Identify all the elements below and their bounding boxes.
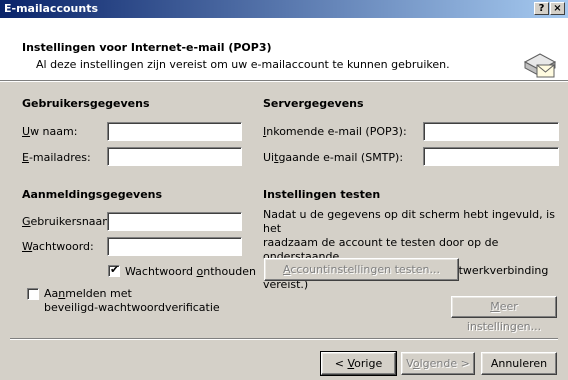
user-info-heading: Gebruikersgegevens: [22, 97, 150, 110]
outgoing-mail-input[interactable]: [423, 147, 559, 166]
title-bar: E-mailaccounts ? ×: [0, 0, 568, 18]
close-button[interactable]: ×: [550, 2, 565, 15]
server-info-heading: Servergegevens: [263, 97, 364, 110]
incoming-mail-input[interactable]: [423, 122, 559, 141]
email-accounts-dialog: E-mailaccounts ? × Instellingen voor Int…: [0, 0, 568, 380]
incoming-mail-label: Inkomende e-mail (POP3):: [263, 125, 407, 138]
username-input[interactable]: [107, 212, 242, 231]
password-input[interactable]: [107, 237, 242, 256]
spa-checkbox[interactable]: [27, 288, 39, 300]
username-label: Gebruikersnaam:: [22, 215, 117, 228]
password-label: Wachtwoord:: [22, 240, 94, 253]
checkmark-icon: ✔: [110, 263, 120, 276]
test-account-settings-button[interactable]: Accountinstellingen testen...: [264, 258, 459, 281]
help-button[interactable]: ?: [534, 2, 549, 15]
test-settings-heading: Instellingen testen: [263, 188, 381, 201]
logon-info-heading: Aanmeldingsgegevens: [22, 188, 163, 201]
remember-password-checkbox[interactable]: ✔: [108, 263, 120, 277]
email-label: E-mailadres:: [22, 151, 91, 164]
header-subtitle: Al deze instellingen zijn vereist om uw …: [36, 58, 450, 71]
header-title: Instellingen voor Internet-e-mail (POP3): [22, 41, 272, 54]
more-settings-button[interactable]: Meer instellingen...: [451, 296, 557, 333]
email-input[interactable]: [107, 147, 242, 166]
name-label: Uw naam:: [22, 125, 78, 138]
cancel-button[interactable]: Annuleren: [481, 352, 557, 375]
window-title: E-mailaccounts: [4, 2, 98, 15]
remember-password-label[interactable]: Wachtwoord onthouden: [125, 265, 256, 278]
next-button[interactable]: Volgende >: [401, 352, 475, 375]
back-button[interactable]: < Vorige: [320, 351, 397, 376]
spa-label[interactable]: Aanmelden met beveiligd-wachtwoordverifi…: [44, 287, 220, 315]
header-panel: Instellingen voor Internet-e-mail (POP3)…: [0, 18, 568, 80]
name-input[interactable]: [107, 122, 242, 141]
outgoing-mail-label: Uitgaande e-mail (SMTP):: [263, 151, 404, 164]
mail-settings-icon: [523, 53, 557, 78]
